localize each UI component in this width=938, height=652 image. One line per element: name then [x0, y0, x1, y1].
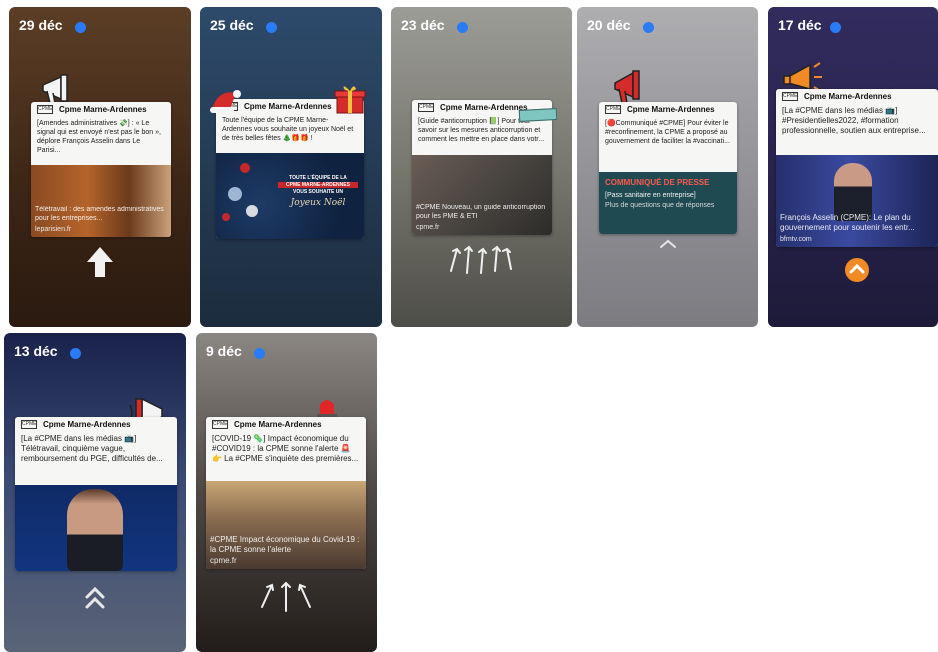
link-caption: #CPME Impact économique du Covid-19 : la… — [210, 535, 360, 554]
person-photo — [67, 489, 123, 571]
account-name: Cpme Marne-Ardennes — [43, 420, 131, 429]
story-9-dec[interactable]: 9 déc CPME Cpme Marne-Ardennes [COVID-19 … — [196, 333, 377, 652]
unread-dot — [266, 22, 277, 33]
poster-line: VOUS SOUHAITE UN — [292, 189, 343, 195]
post-card[interactable]: CPME Cpme Marne-Ardennes [🔴Communiqué #CP… — [599, 102, 737, 234]
press-title: COMMUNIQUÉ DE PRESSE — [605, 178, 710, 187]
post-text: [Amendes administratives 💸] : « Le signa… — [37, 120, 161, 154]
account-name: Cpme Marne-Ardennes — [804, 92, 892, 101]
link-source: cpme.fr — [210, 556, 237, 565]
post-text: [La #CPME dans les médias 📺] #Presidenti… — [782, 106, 926, 135]
link-caption: Télétravail : des amendes administrative… — [35, 206, 164, 222]
cpme-logo: CPME — [21, 420, 37, 429]
account-name: Cpme Marne-Ardennes — [59, 105, 147, 114]
post-card[interactable]: CPME Cpme Marne-Ardennes [COVID-19 🦠] Imp… — [206, 417, 366, 569]
story-29-dec[interactable]: 29 déc CPME Cpme Marne-Ardennes [Amendes … — [9, 7, 191, 327]
double-chevron-up-icon[interactable] — [84, 585, 106, 611]
story-date: 17 déc — [778, 17, 822, 33]
story-date: 9 déc — [206, 343, 242, 359]
link-source: leparisien.fr — [35, 226, 72, 233]
post-text: [COVID-19 🦠] Impact économique du #COVID… — [212, 434, 359, 463]
unread-dot — [254, 348, 265, 359]
sticker-tape-icon — [518, 108, 558, 122]
story-13-dec[interactable]: 13 déc CPME Cpme Marne-Ardennes [La #CPME… — [4, 333, 186, 652]
unread-dot — [75, 22, 86, 33]
link-source: cpme.fr — [416, 224, 440, 231]
up-arrow-icon[interactable] — [85, 245, 115, 279]
press-subtitle-2: Plus de questions que de réponses — [605, 202, 715, 209]
cpme-logo: CPME — [605, 105, 621, 114]
story-20-dec[interactable]: 20 déc CPME Cpme Marne-Ardennes [🔴Communi… — [577, 7, 758, 327]
ornament-icon — [240, 163, 250, 173]
unread-dot — [830, 22, 841, 33]
post-card[interactable]: CPMECpme Marne-Ardennes Toute l'équipe d… — [216, 99, 364, 239]
post-text: [🔴Communiqué #CPME] Pour éviter le #reco… — [605, 120, 730, 145]
arrows-up-icon[interactable] — [445, 241, 519, 277]
cpme-logo: CPME — [212, 420, 228, 429]
post-card[interactable]: CPME Cpme Marne-Ardennes [Amendes adminis… — [31, 102, 171, 237]
post-text: [La #CPME dans les médias 📺] Télétravail… — [21, 434, 163, 463]
account-name: Cpme Marne-Ardennes — [627, 105, 715, 114]
christmas-poster: TOUTE L'ÉQUIPE DE LA CPME MARNE-ARDENNES… — [216, 153, 364, 239]
poster-line: CPME MARNE-ARDENNES — [278, 182, 358, 188]
story-25-dec[interactable]: 25 déc CPMECpme Marne-Ardennes Toute l'é… — [200, 7, 382, 327]
ornament-icon — [228, 187, 242, 201]
santa-hat-icon — [210, 90, 241, 113]
link-caption: François Asselin (CPME): Le plan du gouv… — [780, 213, 915, 232]
ornament-icon — [246, 205, 258, 217]
account-name: Cpme Marne-Ardennes — [244, 102, 332, 111]
unread-dot — [457, 22, 468, 33]
press-subtitle: [Pass sanitaire en entreprise] — [605, 192, 696, 199]
post-image — [15, 485, 177, 571]
megaphone-icon — [614, 70, 640, 104]
story-date: 20 déc — [587, 17, 631, 33]
post-image: François Asselin (CPME): Le plan du gouv… — [776, 155, 938, 247]
story-date: 23 déc — [401, 17, 445, 33]
unread-dot — [70, 348, 81, 359]
post-image: #CPME Nouveau, un guide anticorruption p… — [412, 155, 552, 235]
story-date: 29 déc — [19, 17, 63, 33]
ornament-icon — [222, 213, 230, 221]
arrows-up-icon[interactable] — [256, 577, 316, 613]
poster-line: TOUTE L'ÉQUIPE DE LA — [289, 175, 347, 181]
gift-icon — [334, 86, 366, 114]
cpme-logo: CPME — [418, 103, 434, 112]
poster-line: Joyeux Noël — [290, 198, 346, 208]
cpme-logo: CPME — [782, 92, 798, 101]
story-date: 25 déc — [210, 17, 254, 33]
chevron-up-icon[interactable] — [659, 239, 677, 249]
post-card[interactable]: CPME Cpme Marne-Ardennes [La #CPME dans l… — [15, 417, 177, 571]
story-23-dec[interactable]: 23 déc CPME Cpme Marne-Ardennes [Guide #a… — [391, 7, 572, 327]
post-card[interactable]: CPME Cpme Marne-Ardennes [La #CPME dans l… — [776, 89, 938, 247]
siren-icon — [317, 400, 337, 418]
post-image: #CPME Impact économique du Covid-19 : la… — [206, 481, 366, 569]
unread-dot — [643, 22, 654, 33]
chevron-up-circle-icon[interactable] — [844, 257, 870, 283]
cpme-logo: CPME — [37, 105, 53, 114]
story-17-dec[interactable]: 17 déc CPME Cpme Marne-Ardennes [La #CPME… — [768, 7, 938, 327]
account-name: Cpme Marne-Ardennes — [234, 420, 322, 429]
press-release-image: COMMUNIQUÉ DE PRESSE [Pass sanitaire en … — [599, 172, 737, 234]
link-caption: #CPME Nouveau, un guide anticorruption p… — [416, 204, 546, 220]
post-image: Télétravail : des amendes administrative… — [31, 165, 171, 237]
account-name: Cpme Marne-Ardennes — [440, 103, 528, 112]
story-date: 13 déc — [14, 343, 58, 359]
link-source: bfmtv.com — [780, 236, 812, 243]
post-text: Toute l'équipe de la CPME Marne-Ardennes… — [222, 117, 354, 142]
